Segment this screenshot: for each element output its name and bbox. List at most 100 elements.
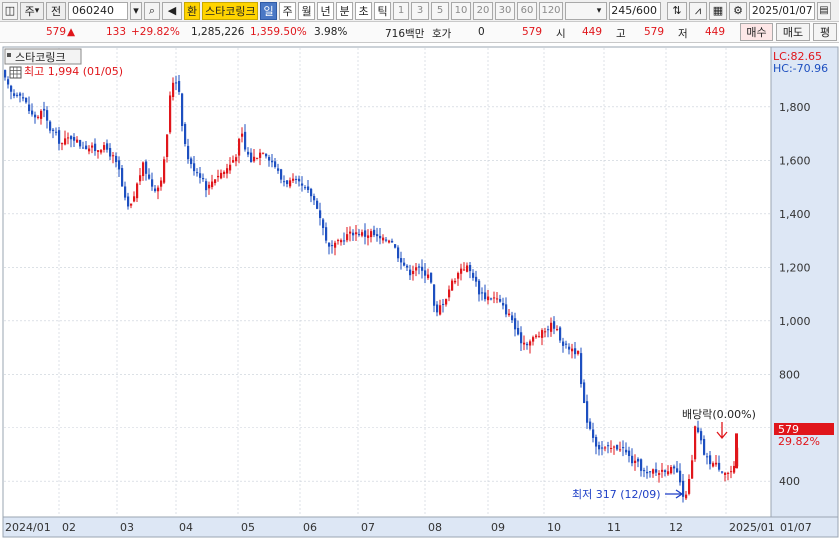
interval-5[interactable]: 5 <box>431 1 449 20</box>
candle-up <box>217 175 220 178</box>
calendar-icon[interactable]: ▤ <box>817 1 831 20</box>
x-tick-label: 10 <box>547 521 561 534</box>
candle-down <box>475 276 478 282</box>
period-second-label: 초 <box>358 4 369 18</box>
candle-up <box>493 297 496 299</box>
candle-up <box>163 159 166 183</box>
chart-area[interactable]: 1,8001,6001,4001,2001,000800600400 2024/… <box>0 45 839 538</box>
candle-down <box>175 82 178 84</box>
candle-up <box>439 305 442 315</box>
date-input[interactable]: 2025/01/07 <box>749 1 815 20</box>
candle-up <box>64 138 67 145</box>
title-marker-icon <box>7 53 11 57</box>
search-icon[interactable]: ⌕ <box>144 1 160 20</box>
candle-down <box>385 239 388 241</box>
candle-down <box>409 269 412 276</box>
candle-down <box>655 469 658 473</box>
period-month[interactable]: 월 <box>298 1 315 20</box>
quote-price: 579 <box>46 26 67 38</box>
interval-1[interactable]: 1 <box>393 1 409 20</box>
quote-ask-price: 579 <box>522 26 543 38</box>
quote-turnover: 3.98% <box>314 26 348 38</box>
period-day[interactable]: 일 <box>260 1 277 20</box>
candle-up <box>535 335 538 338</box>
candle-down <box>127 196 130 207</box>
candle-down <box>391 240 394 243</box>
y-tick-label: 1,600 <box>779 154 811 167</box>
x-tick-label: 05 <box>241 521 255 534</box>
period-second[interactable]: 초 <box>355 1 372 20</box>
interval-20-label: 20 <box>476 5 490 16</box>
candle-up <box>724 473 727 475</box>
interval-120[interactable]: 120 <box>539 1 563 20</box>
price-chart[interactable]: 1,8001,6001,4001,2001,000800600400 2024/… <box>0 45 839 538</box>
candle-up <box>634 460 637 464</box>
candle-up <box>457 273 460 279</box>
interval-custom-select[interactable]: ▾ <box>565 1 607 20</box>
candle-up <box>289 180 292 187</box>
candle-up <box>691 460 694 479</box>
code-input[interactable]: 060240 <box>68 1 128 20</box>
candle-type-icon[interactable]: ⇅ <box>667 1 687 20</box>
candle-up <box>367 235 370 238</box>
market-select[interactable]: 주 ▾ <box>20 1 44 20</box>
period-minute[interactable]: 분 <box>336 1 353 20</box>
candle-down <box>607 445 610 447</box>
candle-up <box>103 145 106 150</box>
candle-up <box>67 137 70 139</box>
candle-down <box>94 143 97 152</box>
candle-down <box>265 153 268 157</box>
candle-down <box>352 232 355 236</box>
candle-up <box>529 341 532 346</box>
candle-down <box>706 456 709 458</box>
candle-up <box>169 95 172 133</box>
period-tick[interactable]: 틱 <box>374 1 391 20</box>
tools-icon[interactable]: ▦ <box>709 1 727 20</box>
candle-up <box>688 479 691 494</box>
candle-up <box>229 164 232 171</box>
buy-button[interactable]: 매수 <box>740 23 773 41</box>
candle-up <box>208 184 211 189</box>
candle-up <box>466 265 469 272</box>
all-select[interactable]: 전 <box>46 1 66 20</box>
dividend-annotation: 배당락(0.00%) <box>682 408 756 421</box>
candle-up <box>262 152 265 154</box>
period-day-label: 일 <box>263 4 274 18</box>
interval-30[interactable]: 30 <box>495 1 515 20</box>
candle-down <box>202 177 205 180</box>
candle-up <box>91 145 94 148</box>
x-tick-label: 08 <box>428 521 442 534</box>
layout-icon[interactable]: ◫ <box>2 1 18 20</box>
candle-down <box>250 152 253 162</box>
sell-button[interactable]: 매도 <box>776 23 810 41</box>
x-tick-label: 04 <box>179 521 193 534</box>
candle-down <box>565 343 568 345</box>
code-dropdown-icon[interactable]: ▾ <box>130 1 142 20</box>
gear-icon[interactable]: ⚙ <box>729 1 747 20</box>
candle-down <box>13 93 16 96</box>
candle-up <box>97 150 100 152</box>
table-icon[interactable] <box>9 66 22 79</box>
eval-button[interactable]: 평 <box>813 23 837 41</box>
sound-icon[interactable]: ◀ <box>162 1 182 20</box>
interval-20[interactable]: 20 <box>473 1 493 20</box>
x-tick-label: 2024/01 <box>5 521 51 534</box>
exchange-button[interactable]: 환 <box>184 1 200 20</box>
candle-down <box>151 179 154 187</box>
candle-down <box>148 174 151 179</box>
interval-10[interactable]: 10 <box>451 1 471 20</box>
candle-up <box>544 331 547 333</box>
candle-down <box>298 178 301 182</box>
period-week[interactable]: 주 <box>279 1 296 20</box>
period-minute-label: 분 <box>339 4 350 18</box>
candle-down <box>145 161 148 174</box>
candle-down <box>424 270 427 276</box>
period-year[interactable]: 년 <box>317 1 334 20</box>
candle-up <box>226 168 229 174</box>
candle-down <box>376 234 379 237</box>
count-input[interactable]: 245/600 <box>609 1 661 20</box>
interval-60[interactable]: 60 <box>517 1 537 20</box>
interval-3[interactable]: 3 <box>411 1 429 20</box>
line-chart-icon[interactable]: ⩘ <box>689 1 707 20</box>
candle-down <box>373 229 376 236</box>
